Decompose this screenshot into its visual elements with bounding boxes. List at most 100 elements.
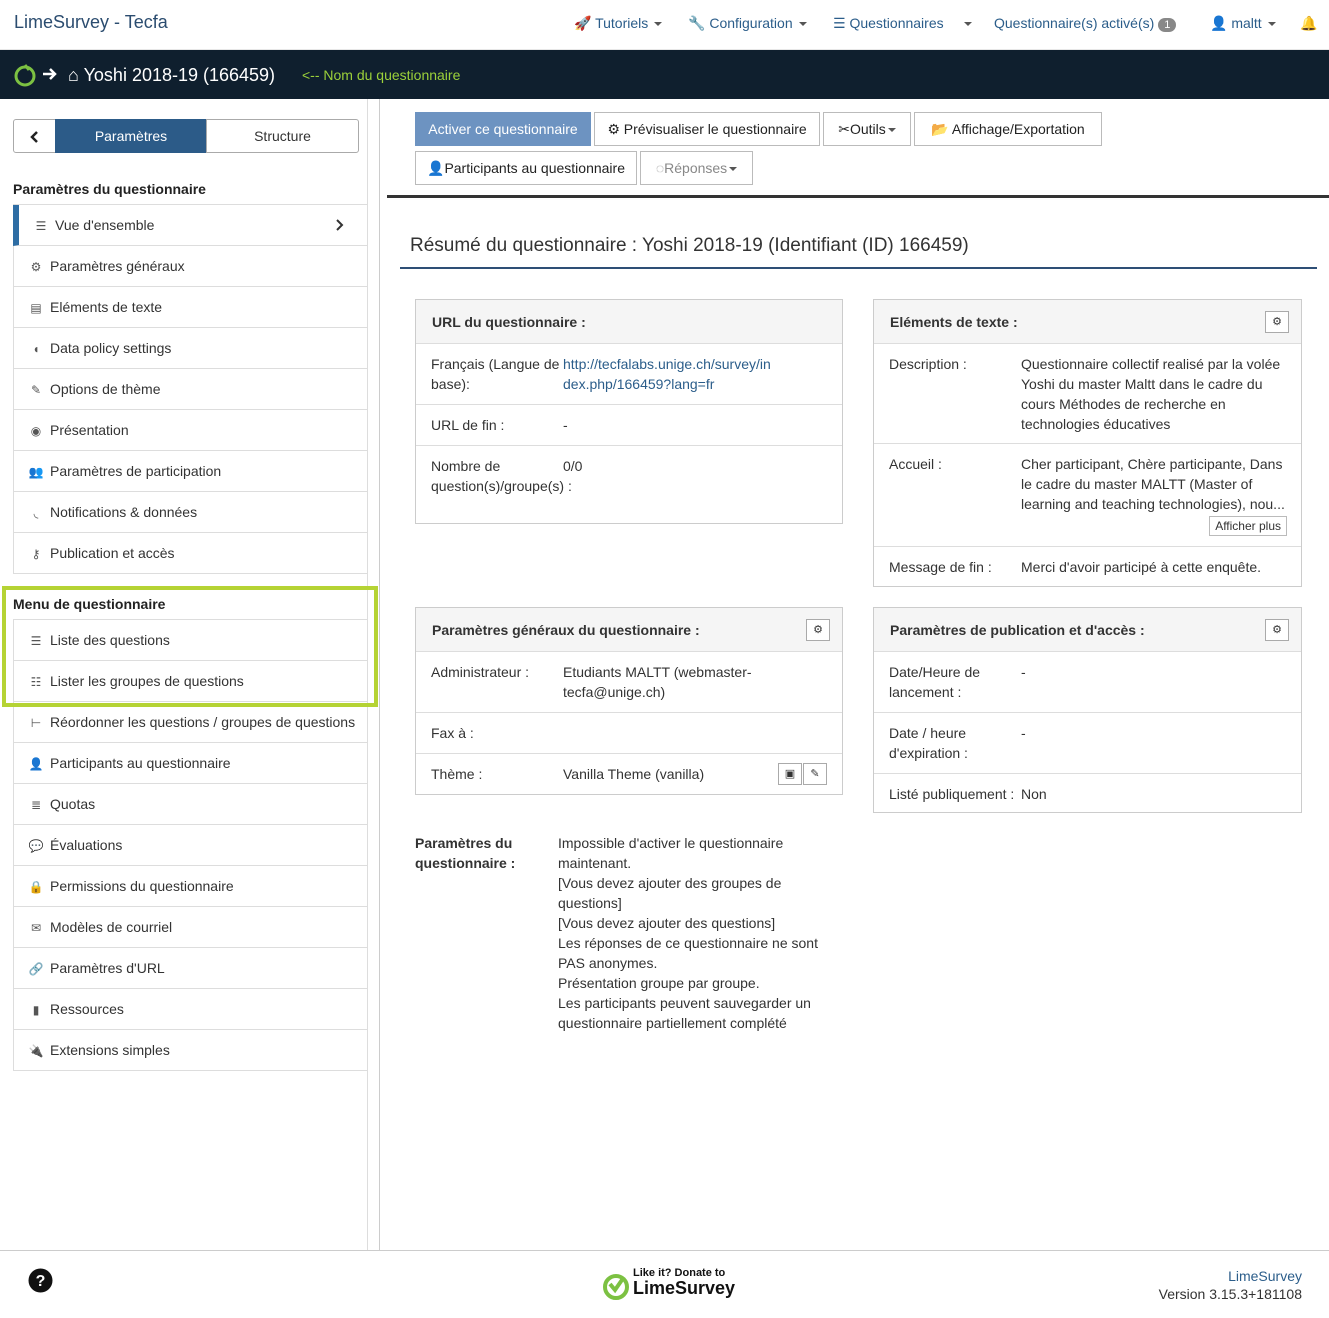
sidebar-item-data-policy[interactable]: ◖ Data policy settings bbox=[13, 328, 367, 369]
activate-survey-button[interactable]: Activer ce questionnaire bbox=[415, 112, 591, 146]
svg-text:?: ? bbox=[36, 1273, 46, 1290]
tab-structure[interactable]: Structure bbox=[206, 119, 359, 153]
text-row-end-message: Message de fin : Merci d'avoir participé… bbox=[874, 547, 1301, 587]
survey-url-link[interactable]: http://tecfalabs.unige.ch/survey/index.p… bbox=[563, 354, 773, 394]
survey-title-text: Yoshi 2018-19 (166459) bbox=[83, 65, 276, 85]
url-panel: URL du questionnaire : Français (Langue … bbox=[415, 299, 843, 524]
active-count-badge: 1 bbox=[1158, 18, 1177, 32]
limesurvey-link[interactable]: LimeSurvey bbox=[1159, 1268, 1302, 1284]
sidebar-item-quotas[interactable]: ≣ Quotas bbox=[13, 784, 367, 825]
nav-surveys[interactable]: ☰ Questionnaires bbox=[833, 15, 944, 32]
sidebar-item-theme-options[interactable]: ✎ Options de thème bbox=[13, 369, 367, 410]
collapse-sidebar-button[interactable] bbox=[13, 119, 56, 153]
sidebar-item-general-settings[interactable]: ⚙ Paramètres généraux bbox=[13, 246, 367, 287]
tools-dropdown[interactable]: ✂Outils bbox=[823, 112, 911, 146]
responses-label: Réponses bbox=[664, 160, 728, 176]
display-export-button[interactable]: 📂 Affichage/Exportation bbox=[914, 112, 1102, 146]
nav-configuration-label: Configuration bbox=[709, 15, 793, 31]
gear-icon: ⚙ bbox=[607, 121, 620, 137]
home-icon: ⌂ bbox=[68, 65, 79, 85]
donate-banner[interactable]: Like it? Donate to LimeSurvey bbox=[600, 1265, 735, 1305]
expiry-date-label: Date / heure d'expiration : bbox=[889, 725, 968, 761]
tab-settings[interactable]: Paramètres bbox=[55, 119, 207, 153]
preview-label: Prévisualiser le questionnaire bbox=[623, 121, 807, 137]
publication-row-listed: Listé publiquement : Non bbox=[874, 774, 1301, 814]
publication-row-start: Date/Heure de lancement : - bbox=[874, 652, 1301, 713]
fax-label: Fax à : bbox=[431, 725, 474, 741]
arrow-right-icon[interactable] bbox=[42, 66, 58, 82]
shield-icon: ◖ bbox=[32, 342, 40, 356]
cogs-icon: ⚙ bbox=[30, 260, 42, 274]
help-icon[interactable]: ? bbox=[28, 1268, 53, 1293]
general-panel-settings-button[interactable]: ⚙ bbox=[806, 619, 830, 641]
bell-icon[interactable]: 🔔 bbox=[1300, 15, 1317, 32]
nav-user[interactable]: 👤 maltt bbox=[1210, 15, 1276, 32]
sidebar-item-notifications[interactable]: ◟ Notifications & données bbox=[13, 492, 367, 533]
caret-down-icon bbox=[798, 22, 807, 27]
toolbar-separator bbox=[387, 195, 1329, 198]
sidebar-item-participation[interactable]: 👥 Paramètres de participation bbox=[13, 451, 367, 492]
survey-settings-menu: ☰ Vue d'ensemble ⚙ Paramètres généraux ▤ El… bbox=[13, 204, 367, 574]
survey-settings-label: Paramètres du questionnaire : bbox=[415, 835, 516, 871]
nav-surveys-dropdown[interactable] bbox=[958, 15, 972, 31]
brand-title[interactable]: LimeSurvey - Tecfa bbox=[14, 12, 168, 33]
sidebar-item-permissions[interactable]: 🔒 Permissions du questionnaire bbox=[13, 866, 367, 907]
sidebar-item-reorder[interactable]: ⊢ Réordonner les questions / groupes de q… bbox=[13, 702, 367, 743]
plug-icon: 🔌 bbox=[28, 1044, 44, 1058]
highlight-box bbox=[2, 586, 378, 707]
preview-survey-button[interactable]: ⚙ Prévisualiser le questionnaire bbox=[594, 112, 820, 146]
nav-configuration[interactable]: 🔧 Configuration bbox=[688, 15, 807, 32]
comment-icon: 💬 bbox=[28, 839, 44, 853]
sidebar-item-publication[interactable]: ⚷ Publication et accès bbox=[13, 533, 367, 574]
text-panel-header: Eléments de texte : ⚙ bbox=[874, 300, 1301, 344]
participants-label: Participants au questionnaire bbox=[444, 160, 625, 176]
show-more-button[interactable]: Afficher plus bbox=[1209, 516, 1287, 536]
expiry-date-value: - bbox=[1021, 725, 1026, 741]
survey-settings-list: Impossible d'activer le questionnaire ma… bbox=[558, 833, 826, 1033]
sidebar-item-label: Notifications & données bbox=[50, 504, 198, 520]
survey-name-annotation: <-- Nom du questionnaire bbox=[302, 67, 461, 83]
admin-label: Administrateur : bbox=[431, 664, 530, 680]
folder-open-icon: 📂 bbox=[931, 121, 949, 137]
participants-button[interactable]: 👤Participants au questionnaire bbox=[415, 151, 637, 185]
chevron-right-icon bbox=[336, 219, 344, 231]
nav-active-surveys[interactable]: Questionnaire(s) activé(s) 1 bbox=[994, 15, 1177, 32]
responses-dropdown[interactable]: ◌Réponses bbox=[640, 151, 753, 185]
nav-user-label: maltt bbox=[1231, 15, 1262, 31]
publication-row-expiry: Date / heure d'expiration : - bbox=[874, 713, 1301, 774]
survey-title[interactable]: ⌂ Yoshi 2018-19 (166459) bbox=[68, 65, 275, 86]
caret-down-icon bbox=[964, 22, 972, 27]
theme-editor-button[interactable]: ▣ bbox=[778, 763, 802, 785]
cogs-icon: ⚙ bbox=[1272, 624, 1282, 636]
file-text-icon: ▤ bbox=[30, 301, 42, 315]
url-language-label: Français (Langue de base): bbox=[431, 356, 560, 392]
sidebar-item-participants[interactable]: 👤 Participants au questionnaire bbox=[13, 743, 367, 784]
nav-tutorials[interactable]: 🚀 Tutoriels bbox=[574, 15, 663, 32]
tasks-icon: ≣ bbox=[30, 798, 42, 812]
sidebar-item-presentation[interactable]: ◉ Présentation bbox=[13, 410, 367, 451]
end-url-label: URL de fin : bbox=[431, 417, 505, 433]
sidebar-item-plugins[interactable]: 🔌 Extensions simples bbox=[13, 1030, 367, 1071]
image-icon: ▣ bbox=[784, 768, 796, 780]
cogs-icon: ⚙ bbox=[813, 624, 823, 636]
sidebar-item-text-elements[interactable]: ▤ Eléments de texte bbox=[13, 287, 367, 328]
sidebar-item-overview[interactable]: ☰ Vue d'ensemble bbox=[13, 205, 367, 246]
sidebar-item-url-params[interactable]: 🔗 Paramètres d'URL bbox=[13, 948, 367, 989]
tools-icon: ✂ bbox=[838, 121, 850, 137]
publication-panel-settings-button[interactable]: ⚙ bbox=[1265, 619, 1289, 641]
list-icon: ☰ bbox=[35, 219, 47, 233]
general-settings-panel: Paramètres généraux du questionnaire : ⚙ … bbox=[415, 607, 843, 795]
sidebar-item-label: Évaluations bbox=[50, 837, 123, 853]
welcome-value: Cher participant, Chère participante, Da… bbox=[1021, 456, 1285, 512]
top-navbar: LimeSurvey - Tecfa 🚀 Tutoriels 🔧 Configu… bbox=[0, 0, 1329, 50]
chevron-left-icon bbox=[29, 131, 38, 144]
key-icon: ⚷ bbox=[31, 547, 41, 561]
sidebar-item-resources[interactable]: ▮ Ressources bbox=[13, 989, 367, 1030]
sidebar-item-label: Paramètres généraux bbox=[50, 258, 185, 274]
general-panel-header: Paramètres généraux du questionnaire : ⚙ bbox=[416, 608, 842, 652]
settings-line: [Vous devez ajouter des questions] bbox=[558, 915, 776, 931]
theme-options-button[interactable]: ✎ bbox=[803, 763, 827, 785]
sidebar-item-email-templates[interactable]: ✉ Modèles de courriel bbox=[13, 907, 367, 948]
text-panel-settings-button[interactable]: ⚙ bbox=[1265, 311, 1289, 333]
sidebar-item-assessments[interactable]: 💬 Évaluations bbox=[13, 825, 367, 866]
